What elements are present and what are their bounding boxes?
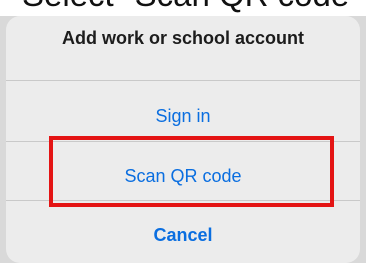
action-sheet: Add work or school account Sign in Scan … (6, 16, 360, 263)
cancel-button[interactable]: Cancel (6, 225, 360, 246)
caption-text: Select "Scan QR code" (22, 0, 361, 13)
caption-strip: Select "Scan QR code" (0, 0, 366, 16)
scan-qr-code-button[interactable]: Scan QR code (6, 166, 360, 187)
divider (6, 80, 360, 81)
divider (6, 141, 360, 142)
divider (6, 200, 360, 201)
sign-in-button[interactable]: Sign in (6, 106, 360, 127)
sheet-title: Add work or school account (61, 28, 305, 48)
action-sheet-backdrop: Add work or school account Sign in Scan … (0, 16, 366, 263)
